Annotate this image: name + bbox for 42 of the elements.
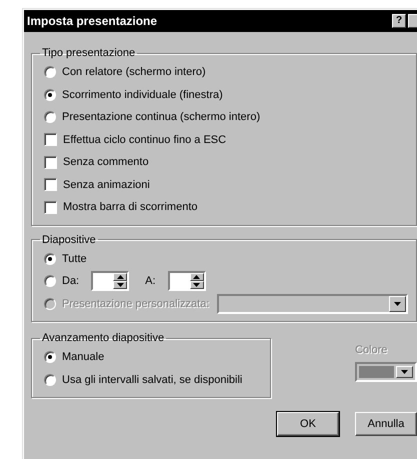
window-title: Imposta presentazione <box>27 14 158 28</box>
radio-button[interactable] <box>44 88 56 101</box>
option-label: Tutte <box>62 252 87 265</box>
option-label: Mostra barra di scorrimento <box>63 201 198 214</box>
checkbox[interactable] <box>44 133 57 146</box>
option-label: Da: <box>62 275 80 288</box>
group-title: Tipo presentazione <box>41 47 136 59</box>
option-label: Effettua ciclo continuo fino a ESC <box>63 134 226 146</box>
option-label: Senza animazioni <box>63 178 150 191</box>
down-arrow-icon <box>193 283 200 288</box>
dropdown-arrow-icon <box>401 370 408 374</box>
radio-button[interactable] <box>44 374 56 386</box>
radio-button[interactable] <box>44 275 56 288</box>
option-label: Presentazione continua (schermo intero) <box>62 111 260 124</box>
up-arrow-icon <box>116 275 124 280</box>
down-arrow-icon <box>116 283 124 288</box>
group-title: Diapositive <box>41 234 97 246</box>
spin-field[interactable] <box>91 271 130 292</box>
option-label: A: <box>145 275 156 288</box>
radio-button[interactable] <box>44 351 56 364</box>
dropdown[interactable] <box>217 294 408 314</box>
dialog-button[interactable]: Annulla <box>355 412 417 436</box>
option-label: Presentazione personalizzata: <box>62 298 210 310</box>
checkbox[interactable] <box>44 200 57 214</box>
option-label: Manuale <box>62 351 104 364</box>
dropdown-arrow-icon <box>394 302 401 306</box>
radio-button[interactable] <box>44 66 56 78</box>
option-label: Usa gli intervalli salvati, se disponibili <box>62 374 242 386</box>
spin-field[interactable] <box>168 271 206 292</box>
color-label: Colore <box>355 344 388 356</box>
up-arrow-icon <box>193 275 200 280</box>
dialog-button[interactable]: OK <box>277 412 339 436</box>
radio-button[interactable] <box>44 111 56 124</box>
option-label: Con relatore (schermo intero) <box>62 66 206 78</box>
option-label: Senza commento <box>63 156 149 168</box>
checkbox[interactable] <box>44 156 57 169</box>
help-button[interactable]: ? <box>392 14 406 28</box>
radio-button[interactable] <box>44 252 56 265</box>
option-label: Scorrimento individuale (finestra) <box>62 88 223 101</box>
group-title: Avanzamento diapositive <box>41 332 166 344</box>
color-dropdown[interactable] <box>355 362 417 382</box>
checkbox[interactable] <box>44 178 57 192</box>
